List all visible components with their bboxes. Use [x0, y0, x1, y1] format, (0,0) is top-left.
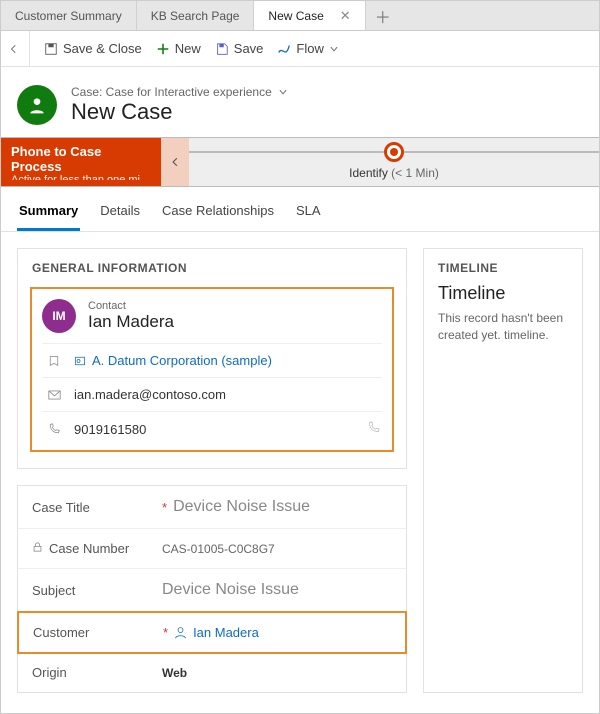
- process-collapse-button[interactable]: [161, 138, 189, 186]
- tab-kb-search[interactable]: KB Search Page: [137, 1, 255, 30]
- contact-name[interactable]: Ian Madera: [88, 312, 174, 332]
- chevron-down-icon: [278, 87, 288, 97]
- phone-icon: [44, 423, 64, 435]
- call-icon[interactable]: [367, 421, 380, 437]
- flow-icon: [277, 42, 291, 56]
- required-marker: *: [163, 625, 168, 640]
- close-icon[interactable]: ✕: [340, 8, 351, 24]
- field-subject[interactable]: Subject Device Noise Issue: [18, 569, 406, 612]
- general-info-card: GENERAL INFORMATION IM Contact Ian Mader…: [17, 248, 407, 469]
- field-customer[interactable]: Customer * Ian Madera: [17, 611, 407, 654]
- contact-label: Contact: [88, 300, 174, 312]
- chevron-down-icon: [329, 44, 339, 54]
- field-case-title[interactable]: Case Title * Device Noise Issue: [18, 486, 406, 529]
- required-marker: *: [162, 500, 167, 515]
- add-tab-button[interactable]: ＋: [366, 1, 400, 30]
- process-header[interactable]: Phone to Case Process Active for less th…: [1, 138, 161, 186]
- window-tabstrip: Customer Summary KB Search Page New Case…: [1, 1, 599, 31]
- stage-bullet-icon: [384, 142, 404, 162]
- field-case-number: Case Number CAS-01005-C0C8G7: [18, 529, 406, 569]
- timeline-heading: Timeline: [424, 283, 582, 310]
- save-icon: [215, 42, 229, 56]
- breadcrumb[interactable]: Case: Case for Interactive experience: [71, 85, 288, 99]
- business-process-bar: Phone to Case Process Active for less th…: [1, 137, 599, 187]
- bookmark-icon: [44, 355, 64, 367]
- tab-summary[interactable]: Summary: [17, 197, 80, 231]
- content-area: GENERAL INFORMATION IM Contact Ian Mader…: [1, 232, 599, 709]
- plus-icon: [156, 42, 170, 56]
- new-button[interactable]: New: [156, 41, 201, 56]
- save-close-icon: [44, 42, 58, 56]
- process-stage-identify[interactable]: Identify (< 1 Min): [189, 138, 599, 186]
- page-header: Case: Case for Interactive experience Ne…: [1, 67, 599, 137]
- contact-avatar: IM: [42, 299, 76, 333]
- account-link[interactable]: A. Datum Corporation (sample): [74, 353, 272, 368]
- tab-sla[interactable]: SLA: [294, 197, 323, 231]
- field-origin[interactable]: Origin Web: [18, 653, 406, 692]
- lock-icon: [32, 541, 43, 556]
- form-tabs: Summary Details Case Relationships SLA: [1, 187, 599, 232]
- flow-button[interactable]: Flow: [277, 41, 338, 56]
- back-icon[interactable]: [9, 44, 19, 54]
- section-title-timeline: TIMELINE: [424, 249, 582, 283]
- tab-case-relationships[interactable]: Case Relationships: [160, 197, 276, 231]
- email-field[interactable]: ian.madera@contoso.com: [74, 387, 226, 402]
- contact-quickview: IM Contact Ian Madera A. Datum Corporati…: [30, 287, 394, 452]
- timeline-empty-message: This record hasn't been created yet. tim…: [424, 310, 582, 358]
- command-bar: Save & Close New Save Flow: [1, 31, 599, 67]
- tab-details[interactable]: Details: [98, 197, 142, 231]
- case-fields-card: Case Title * Device Noise Issue Case Num…: [17, 485, 407, 693]
- tab-customer-summary[interactable]: Customer Summary: [1, 1, 137, 30]
- page-title: New Case: [71, 99, 288, 125]
- tab-new-case[interactable]: New Case ✕: [254, 1, 365, 30]
- save-button[interactable]: Save: [215, 41, 264, 56]
- section-title-general: GENERAL INFORMATION: [18, 249, 406, 283]
- mail-icon: [44, 390, 64, 400]
- entity-avatar: [17, 85, 57, 125]
- phone-field[interactable]: 9019161580: [74, 422, 146, 437]
- save-close-button[interactable]: Save & Close: [44, 41, 142, 56]
- timeline-card: TIMELINE Timeline This record hasn't bee…: [423, 248, 583, 693]
